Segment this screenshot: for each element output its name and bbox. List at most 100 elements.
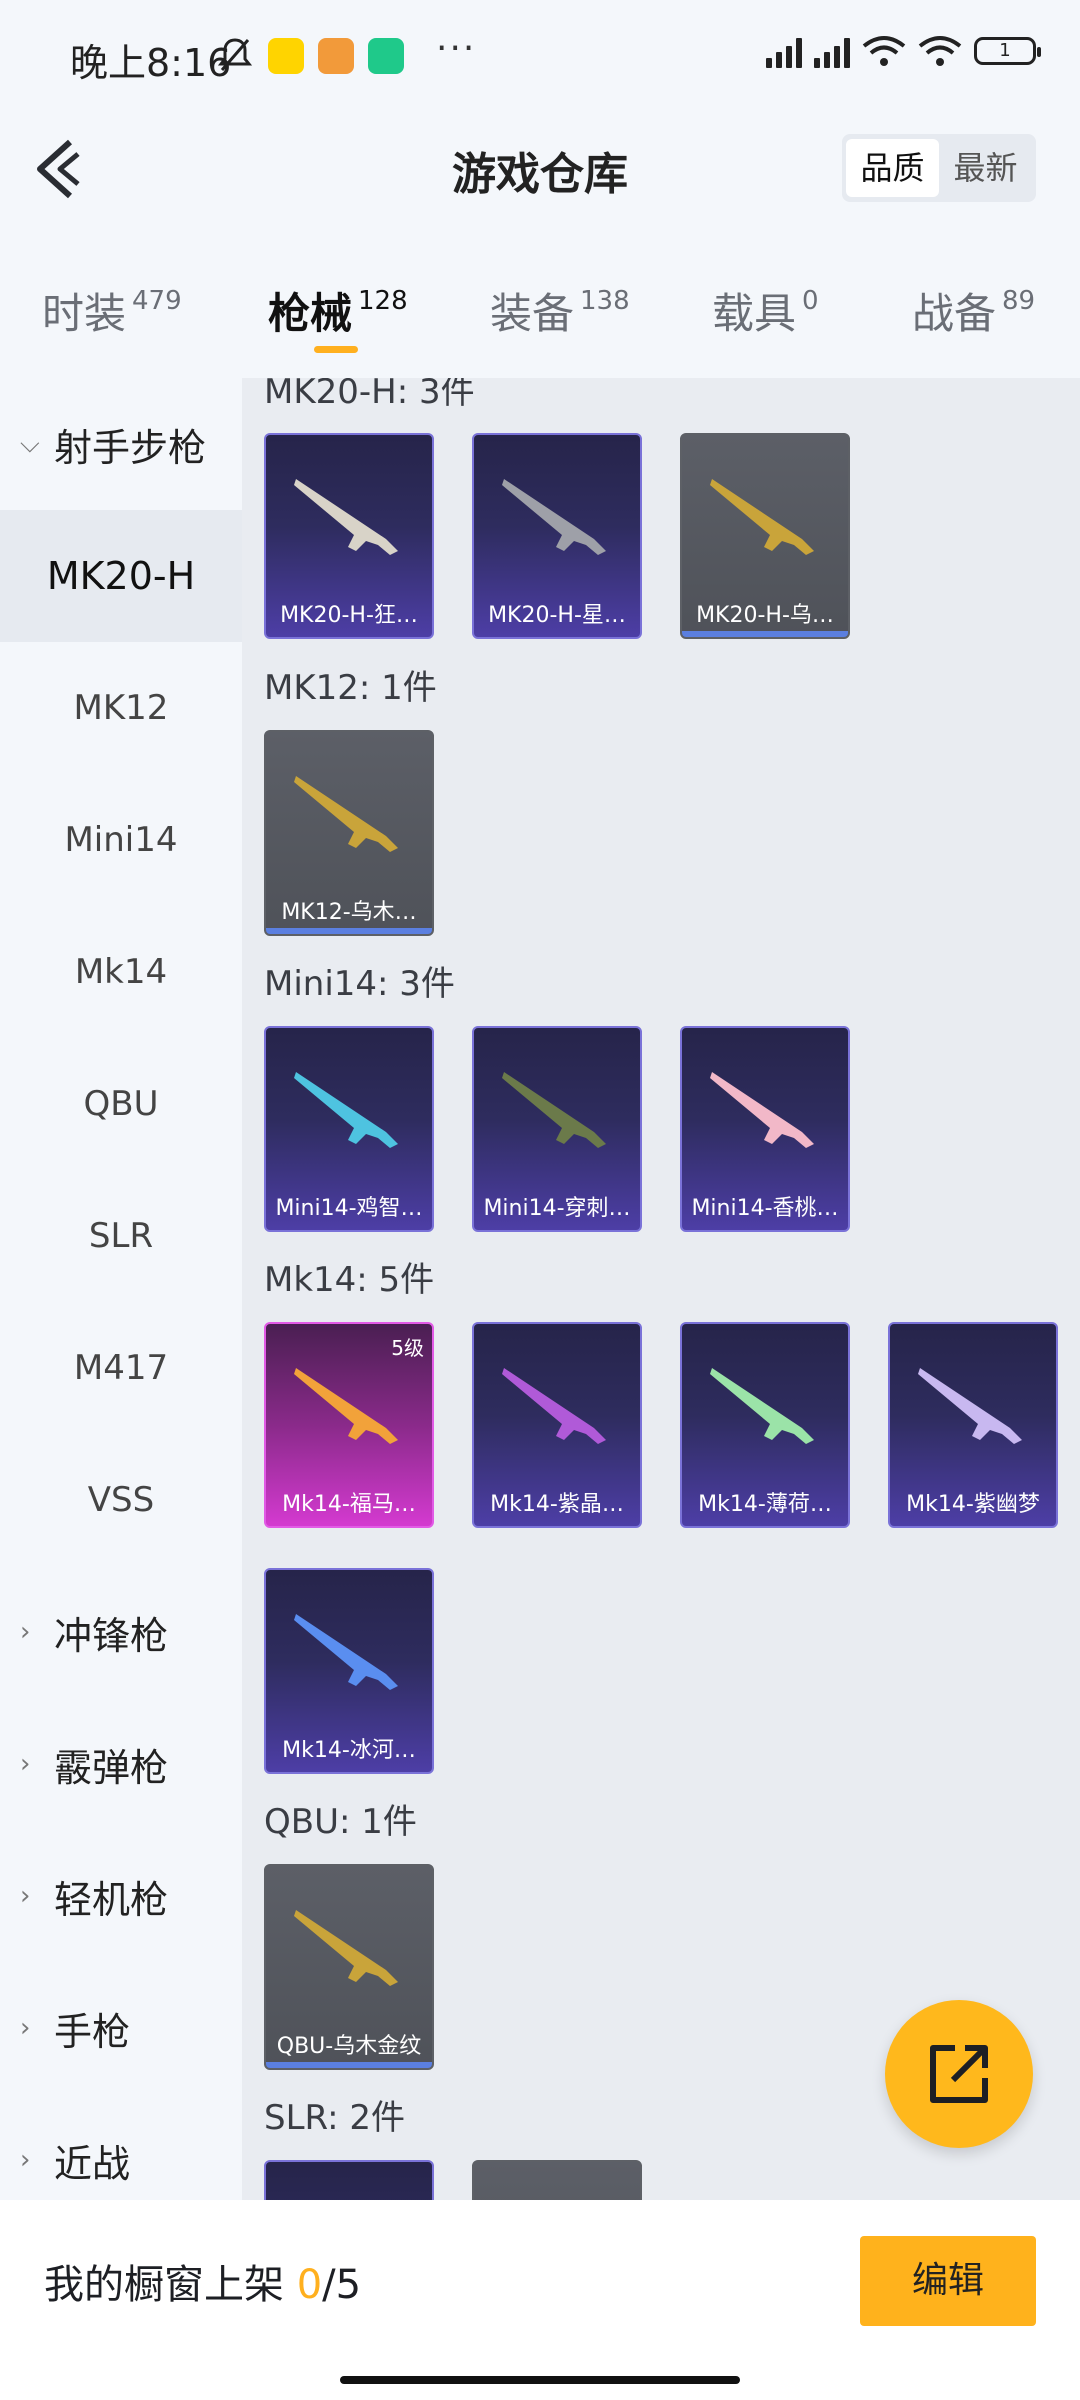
section-title: MK20-H: 3件 xyxy=(264,378,475,412)
sidebar-group-label: 手枪 xyxy=(54,2009,131,2054)
active-tab-indicator xyxy=(314,346,358,353)
weapon-name: Mk14-福马… xyxy=(282,1492,416,1517)
rifle-icon xyxy=(294,1910,398,1986)
section-title: SLR: 2件 xyxy=(264,2098,405,2138)
weapon-card[interactable]: Mk14-冰河… xyxy=(264,1568,434,1774)
sidebar-group-label: 霰弹枪 xyxy=(54,1745,169,1790)
tab-battle-gear[interactable]: 战备 89 xyxy=(912,280,1035,341)
tab-firearms[interactable]: 枪械 128 xyxy=(268,280,408,341)
chevron-right-icon: › xyxy=(20,1881,31,1911)
showcase-status: 我的橱窗上架 0/5 xyxy=(44,2252,361,2310)
sidebar-group-label: 轻机枪 xyxy=(54,1877,169,1922)
rifle-icon xyxy=(294,776,398,852)
sidebar-item-qbu[interactable]: QBU xyxy=(0,1038,242,1170)
tab-count: 89 xyxy=(1002,286,1036,316)
weapon-card[interactable]: MK20-H-星… xyxy=(472,433,642,639)
chevron-right-icon: › xyxy=(20,1617,31,1647)
tab-count: 138 xyxy=(580,286,630,316)
showcase-count: 0 xyxy=(296,2262,323,2308)
showcase-label: 我的橱窗上架 xyxy=(44,2262,284,2308)
section-title: MK12: 1件 xyxy=(264,668,437,708)
status-time: 晚上8:16 xyxy=(70,41,232,85)
sidebar-group-shotgun[interactable]: › 霰弹枪 xyxy=(0,1698,242,1830)
sidebar-item-mini14[interactable]: Mini14 xyxy=(0,774,242,906)
sidebar-item-vss[interactable]: VSS xyxy=(0,1434,242,1566)
status-bar: 晚上8:16 ··· 1 xyxy=(0,0,1080,120)
shield-app-icon xyxy=(368,38,404,74)
sidebar-item-m417[interactable]: M417 xyxy=(0,1302,242,1434)
weapon-card[interactable]: QBU-乌木金纹 xyxy=(264,1864,434,2070)
tab-count: 0 xyxy=(802,286,819,316)
sidebar-group-label: 射手步枪 xyxy=(54,425,207,470)
tab-label: 时装 xyxy=(42,289,127,338)
tab-label: 枪械 xyxy=(268,289,353,338)
weapon-name: MK12-乌木… xyxy=(281,900,417,925)
weapon-card[interactable]: Mk14-紫晶… xyxy=(472,1322,642,1528)
share-fab-button[interactable] xyxy=(885,2000,1033,2148)
edit-button[interactable]: 编辑 xyxy=(860,2236,1036,2326)
rifle-icon xyxy=(294,1072,398,1148)
rifle-icon xyxy=(502,1072,606,1148)
weapon-card[interactable]: Mini14-鸡智… xyxy=(264,1026,434,1232)
chevron-right-icon: › xyxy=(20,1749,31,1779)
weapon-name: QBU-乌木金纹 xyxy=(276,2034,422,2059)
sidebar-group-lmg[interactable]: › 轻机枪 xyxy=(0,1830,242,1962)
tab-count: 479 xyxy=(132,286,182,316)
weapon-card[interactable]: Mk14-紫幽梦 xyxy=(888,1322,1058,1528)
weapon-card[interactable] xyxy=(264,2160,434,2200)
signal-icon xyxy=(814,34,850,68)
weapon-name: Mk14-薄荷… xyxy=(698,1492,832,1517)
home-indicator[interactable] xyxy=(340,2376,740,2384)
sidebar-group-marksman-rifles[interactable]: ⌵ 射手步枪 xyxy=(0,378,242,510)
rifle-icon xyxy=(502,479,606,555)
weapon-grid: MK20-H: 3件 MK20-H-狂… MK20-H-星… MK20-H-乌…… xyxy=(242,378,1080,2200)
more-notifications-icon: ··· xyxy=(436,28,477,69)
tab-equipment[interactable]: 装备 138 xyxy=(490,280,630,341)
sidebar-item-slr[interactable]: SLR xyxy=(0,1170,242,1302)
weapon-card[interactable]: MK12-乌木… xyxy=(264,730,434,936)
weapon-card[interactable] xyxy=(472,2160,642,2200)
app-notification-icon xyxy=(318,38,354,74)
sidebar-group-pistol[interactable]: › 手枪 xyxy=(0,1962,242,2094)
weapon-name: Mini14-鸡智… xyxy=(275,1196,423,1221)
sidebar-item-mk20h[interactable]: MK20-H xyxy=(0,510,242,642)
weapon-name: Mini14-香桃… xyxy=(691,1196,839,1221)
rifle-icon xyxy=(502,1368,606,1444)
chevron-right-icon: › xyxy=(20,2013,31,2043)
tab-label: 装备 xyxy=(490,289,575,338)
rifle-icon xyxy=(294,1614,398,1690)
sort-latest-button[interactable]: 最新 xyxy=(939,139,1032,197)
tab-label: 战备 xyxy=(912,289,997,338)
wifi-icon xyxy=(918,36,962,66)
rifle-icon xyxy=(294,479,398,555)
weapon-card[interactable]: Mini14-香桃… xyxy=(680,1026,850,1232)
weapon-name: Mk14-紫晶… xyxy=(490,1492,624,1517)
signal-icon xyxy=(766,34,802,68)
sidebar-item-mk12[interactable]: MK12 xyxy=(0,642,242,774)
weapon-card[interactable]: Mk14-薄荷… xyxy=(680,1322,850,1528)
category-tabs: 时装 479 枪械 128 装备 138 载具 0 战备 89 xyxy=(0,262,1080,372)
weapon-card[interactable]: Mini14-穿刺… xyxy=(472,1026,642,1232)
rifle-icon xyxy=(918,1368,1022,1444)
weapon-name: MK20-H-乌… xyxy=(696,603,834,628)
sort-quality-button[interactable]: 品质 xyxy=(846,139,939,197)
app-notification-icon xyxy=(268,38,304,74)
sidebar-group-smg[interactable]: › 冲锋枪 xyxy=(0,1566,242,1698)
battery-icon: 1 xyxy=(974,37,1041,65)
weapon-card[interactable]: MK20-H-乌… xyxy=(680,433,850,639)
rifle-icon xyxy=(710,479,814,555)
weapon-card[interactable]: MK20-H-狂… xyxy=(264,433,434,639)
sidebar-group-label: 近战 xyxy=(54,2141,131,2186)
weapon-name: MK20-H-星… xyxy=(488,603,626,628)
tab-fashion[interactable]: 时装 479 xyxy=(42,280,182,341)
rifle-icon xyxy=(710,1072,814,1148)
weapon-name: Mk14-冰河… xyxy=(282,1738,416,1763)
showcase-bar: 我的橱窗上架 0/5 编辑 xyxy=(0,2200,1080,2400)
section-title: Mini14: 3件 xyxy=(264,964,455,1004)
sort-toggle: 品质 最新 xyxy=(842,134,1036,202)
weapon-card[interactable]: 5级 Mk14-福马… xyxy=(264,1322,434,1528)
section-title: Mk14: 5件 xyxy=(264,1260,435,1300)
sidebar-item-mk14[interactable]: Mk14 xyxy=(0,906,242,1038)
sidebar-group-label: 冲锋枪 xyxy=(54,1613,169,1658)
tab-vehicles[interactable]: 载具 0 xyxy=(712,280,819,341)
